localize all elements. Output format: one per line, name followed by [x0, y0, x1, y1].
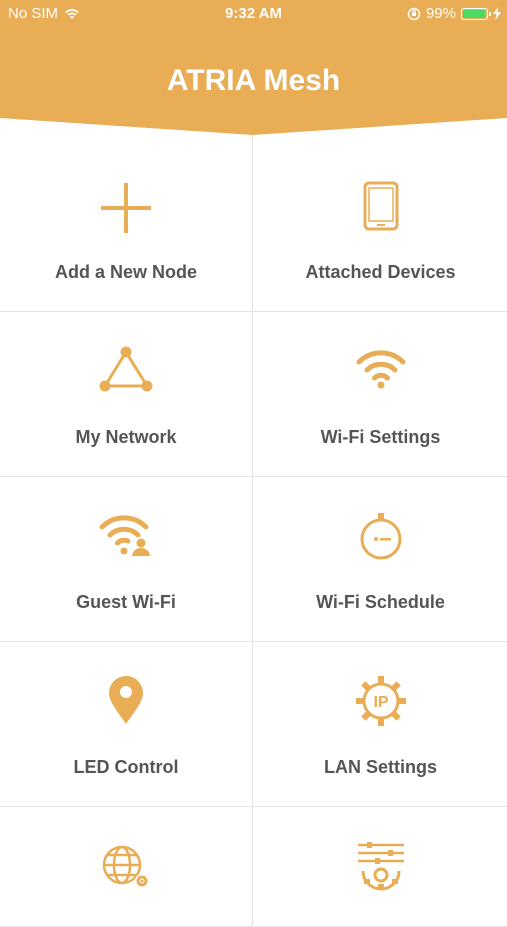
guest-wifi-icon [99, 515, 150, 556]
svg-text:IP: IP [373, 694, 388, 711]
menu-item-label: Guest Wi-Fi [76, 592, 176, 612]
tablet-icon [363, 181, 398, 231]
battery-icon [461, 7, 491, 20]
sliders-gear-icon [357, 842, 404, 891]
menu-item-label: My Network [75, 427, 177, 447]
menu-item-advanced-settings[interactable] [254, 807, 507, 927]
globe-gear-icon [102, 845, 149, 888]
timer-icon [360, 513, 401, 560]
menu-item-led-control[interactable]: LED Control [0, 642, 253, 807]
menu-item-guest-wifi[interactable]: Guest Wi-Fi [0, 477, 253, 642]
wifi-icon [356, 350, 405, 389]
ip-gear-icon: IP [355, 676, 406, 726]
menu-item-label: LAN Settings [323, 757, 437, 777]
menu-item-add-node[interactable]: Add a New Node [0, 135, 253, 312]
status-bar: No SIM 9:32 AM 99% [0, 0, 507, 28]
rotation-lock-icon [407, 7, 421, 20]
app-title: ATRIA Mesh [166, 64, 341, 97]
menu-item-internet-settings[interactable] [0, 807, 253, 927]
menu-item-attached-devices[interactable]: Attached Devices [254, 135, 507, 312]
battery-percent: 99% [425, 5, 456, 22]
menu-item-label: Attached Devices [305, 262, 456, 282]
menu-item-label: Add a New Node [54, 262, 197, 282]
menu-item-my-network[interactable]: My Network [0, 312, 253, 477]
location-pin-icon [109, 676, 143, 724]
menu-item-wifi-schedule[interactable]: Wi-Fi Schedule [254, 477, 507, 642]
network-triangle-icon [99, 346, 153, 392]
plus-icon [101, 183, 151, 233]
app-header: No SIM 9:32 AM 99% ATRIA Mesh [0, 0, 507, 140]
charging-bolt-icon [493, 7, 501, 20]
menu-item-lan-settings[interactable]: IP LAN Settings [254, 642, 507, 807]
menu-item-label: LED Control [73, 757, 179, 777]
menu-item-label: Wi-Fi Schedule [316, 592, 445, 612]
menu-item-wifi-settings[interactable]: Wi-Fi Settings [254, 312, 507, 477]
menu-item-label: Wi-Fi Settings [320, 427, 441, 447]
